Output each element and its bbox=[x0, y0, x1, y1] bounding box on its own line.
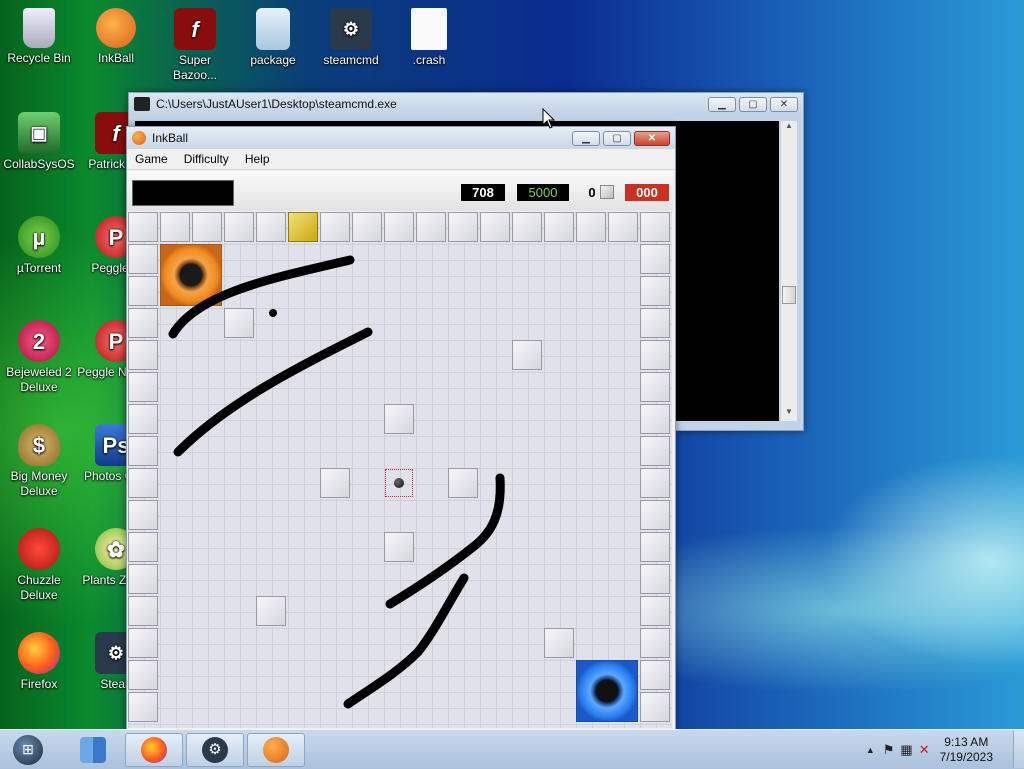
desktop-icon-steamcmd[interactable]: ⚙ steamcmd bbox=[312, 8, 390, 68]
bejeweled-icon: 2 bbox=[18, 320, 60, 362]
flash-icon: f bbox=[174, 8, 216, 50]
volume-muted-icon[interactable]: ✕ bbox=[919, 742, 930, 758]
desktop-icon-recycle-bin[interactable]: Recycle Bin bbox=[0, 8, 78, 66]
steam-icon: ⚙ bbox=[202, 736, 228, 763]
ink-stroke bbox=[168, 255, 355, 339]
windows-logo-icon: ⊞ bbox=[13, 734, 43, 765]
minimize-button[interactable]: ▁ bbox=[572, 130, 600, 146]
score-display: 708 bbox=[461, 184, 505, 201]
finder-icon bbox=[80, 736, 106, 763]
desktop-icon-collabsysos[interactable]: ▣ CollabSysOS bbox=[0, 112, 78, 172]
inkball-icon bbox=[96, 8, 136, 48]
desktop-icon-inkball[interactable]: InkBall bbox=[77, 8, 155, 66]
action-center-flag-icon[interactable]: ⚑ bbox=[883, 742, 895, 758]
clock[interactable]: 9:13 AM 7/19/2023 bbox=[940, 735, 993, 765]
console-titlebar[interactable]: C:\Users\JustAUser1\Desktop\steamcmd.exe… bbox=[129, 93, 803, 115]
ink-dot bbox=[269, 309, 277, 317]
menu-game[interactable]: Game bbox=[127, 152, 176, 166]
time-display: 5000 bbox=[517, 184, 569, 201]
steam-icon: ⚙ bbox=[330, 8, 372, 50]
clock-time: 9:13 AM bbox=[944, 734, 989, 749]
firefox-icon bbox=[141, 736, 167, 763]
taskbar: ⊞ ⚙ ▲ ⚑ ▦ ✕ 9:13 AM 7/19/2023 bbox=[0, 729, 1024, 769]
ink-strokes bbox=[168, 255, 505, 709]
play-field[interactable] bbox=[128, 212, 672, 728]
message-panel bbox=[132, 180, 234, 206]
taskbar-firefox[interactable] bbox=[125, 732, 183, 767]
desktop-icon-utorrent[interactable]: µ µTorrent bbox=[0, 216, 78, 276]
balls-count: 0 bbox=[588, 185, 596, 200]
clock-date: 7/19/2023 bbox=[939, 749, 993, 764]
inkball-menubar: Game Difficulty Help bbox=[127, 149, 675, 170]
desktop-icon-firefox[interactable]: Firefox bbox=[0, 632, 78, 692]
desktop-icon-bejeweled[interactable]: 2 Bejeweled 2 Deluxe bbox=[0, 320, 78, 395]
chuzzle-icon bbox=[18, 528, 60, 570]
inkball-app-icon bbox=[132, 131, 146, 145]
scroll-down-arrow-icon[interactable]: ▼ bbox=[781, 407, 797, 421]
minimize-button[interactable]: ▁ bbox=[708, 96, 736, 112]
desktop-icon-chuzzle[interactable]: Chuzzle Deluxe bbox=[0, 528, 78, 603]
money-bag-icon: $ bbox=[18, 424, 60, 466]
menu-difficulty[interactable]: Difficulty bbox=[176, 152, 237, 166]
desktop-icon-big-money[interactable]: $ Big Money Deluxe bbox=[0, 424, 78, 499]
desktop-icon-super-bazooka[interactable]: f Super Bazoo... bbox=[156, 8, 234, 83]
ink-stroke bbox=[173, 327, 373, 457]
maximize-button[interactable]: ▢ bbox=[603, 130, 631, 146]
utorrent-icon: µ bbox=[18, 216, 60, 258]
status-bar: 708 5000 0 000 bbox=[127, 171, 673, 211]
app-icon: ▣ bbox=[18, 112, 60, 154]
scroll-up-arrow-icon[interactable]: ▲ bbox=[781, 121, 797, 135]
taskbar-steam[interactable]: ⚙ bbox=[186, 732, 244, 767]
inkball-icon bbox=[263, 736, 289, 763]
inkball-titlebar[interactable]: InkBall ▁ ▢ ✕ bbox=[127, 127, 675, 149]
tray-show-hidden-icon[interactable]: ▲ bbox=[866, 745, 875, 755]
desktop-icon-package[interactable]: package bbox=[234, 8, 312, 68]
taskbar-finder[interactable] bbox=[64, 733, 122, 767]
close-button[interactable]: ✕ bbox=[634, 130, 670, 146]
mouse-cursor-icon bbox=[542, 108, 556, 129]
ball-indicator-icon bbox=[600, 185, 614, 199]
scroll-thumb[interactable] bbox=[782, 286, 796, 304]
inkball-title: InkBall bbox=[152, 131, 189, 145]
maximize-button[interactable]: ▢ bbox=[739, 96, 767, 112]
show-desktop-button[interactable] bbox=[1013, 731, 1024, 768]
console-app-icon bbox=[134, 97, 150, 111]
start-button[interactable]: ⊞ bbox=[6, 732, 50, 768]
desktop-icon-crash[interactable]: .crash bbox=[390, 8, 468, 68]
taskbar-inkball[interactable] bbox=[247, 732, 305, 767]
firefox-icon bbox=[18, 632, 60, 674]
console-scrollbar[interactable]: ▲ ▼ bbox=[781, 121, 797, 421]
folder-icon bbox=[256, 8, 290, 50]
menu-help[interactable]: Help bbox=[237, 152, 278, 166]
ink-stroke bbox=[385, 473, 505, 609]
close-button[interactable]: ✕ bbox=[770, 96, 798, 112]
red-counter: 000 bbox=[625, 184, 669, 201]
console-title: C:\Users\JustAUser1\Desktop\steamcmd.exe bbox=[156, 97, 397, 111]
file-icon bbox=[411, 8, 447, 50]
network-icon[interactable]: ▦ bbox=[900, 742, 912, 758]
recycle-bin-icon bbox=[23, 8, 55, 48]
